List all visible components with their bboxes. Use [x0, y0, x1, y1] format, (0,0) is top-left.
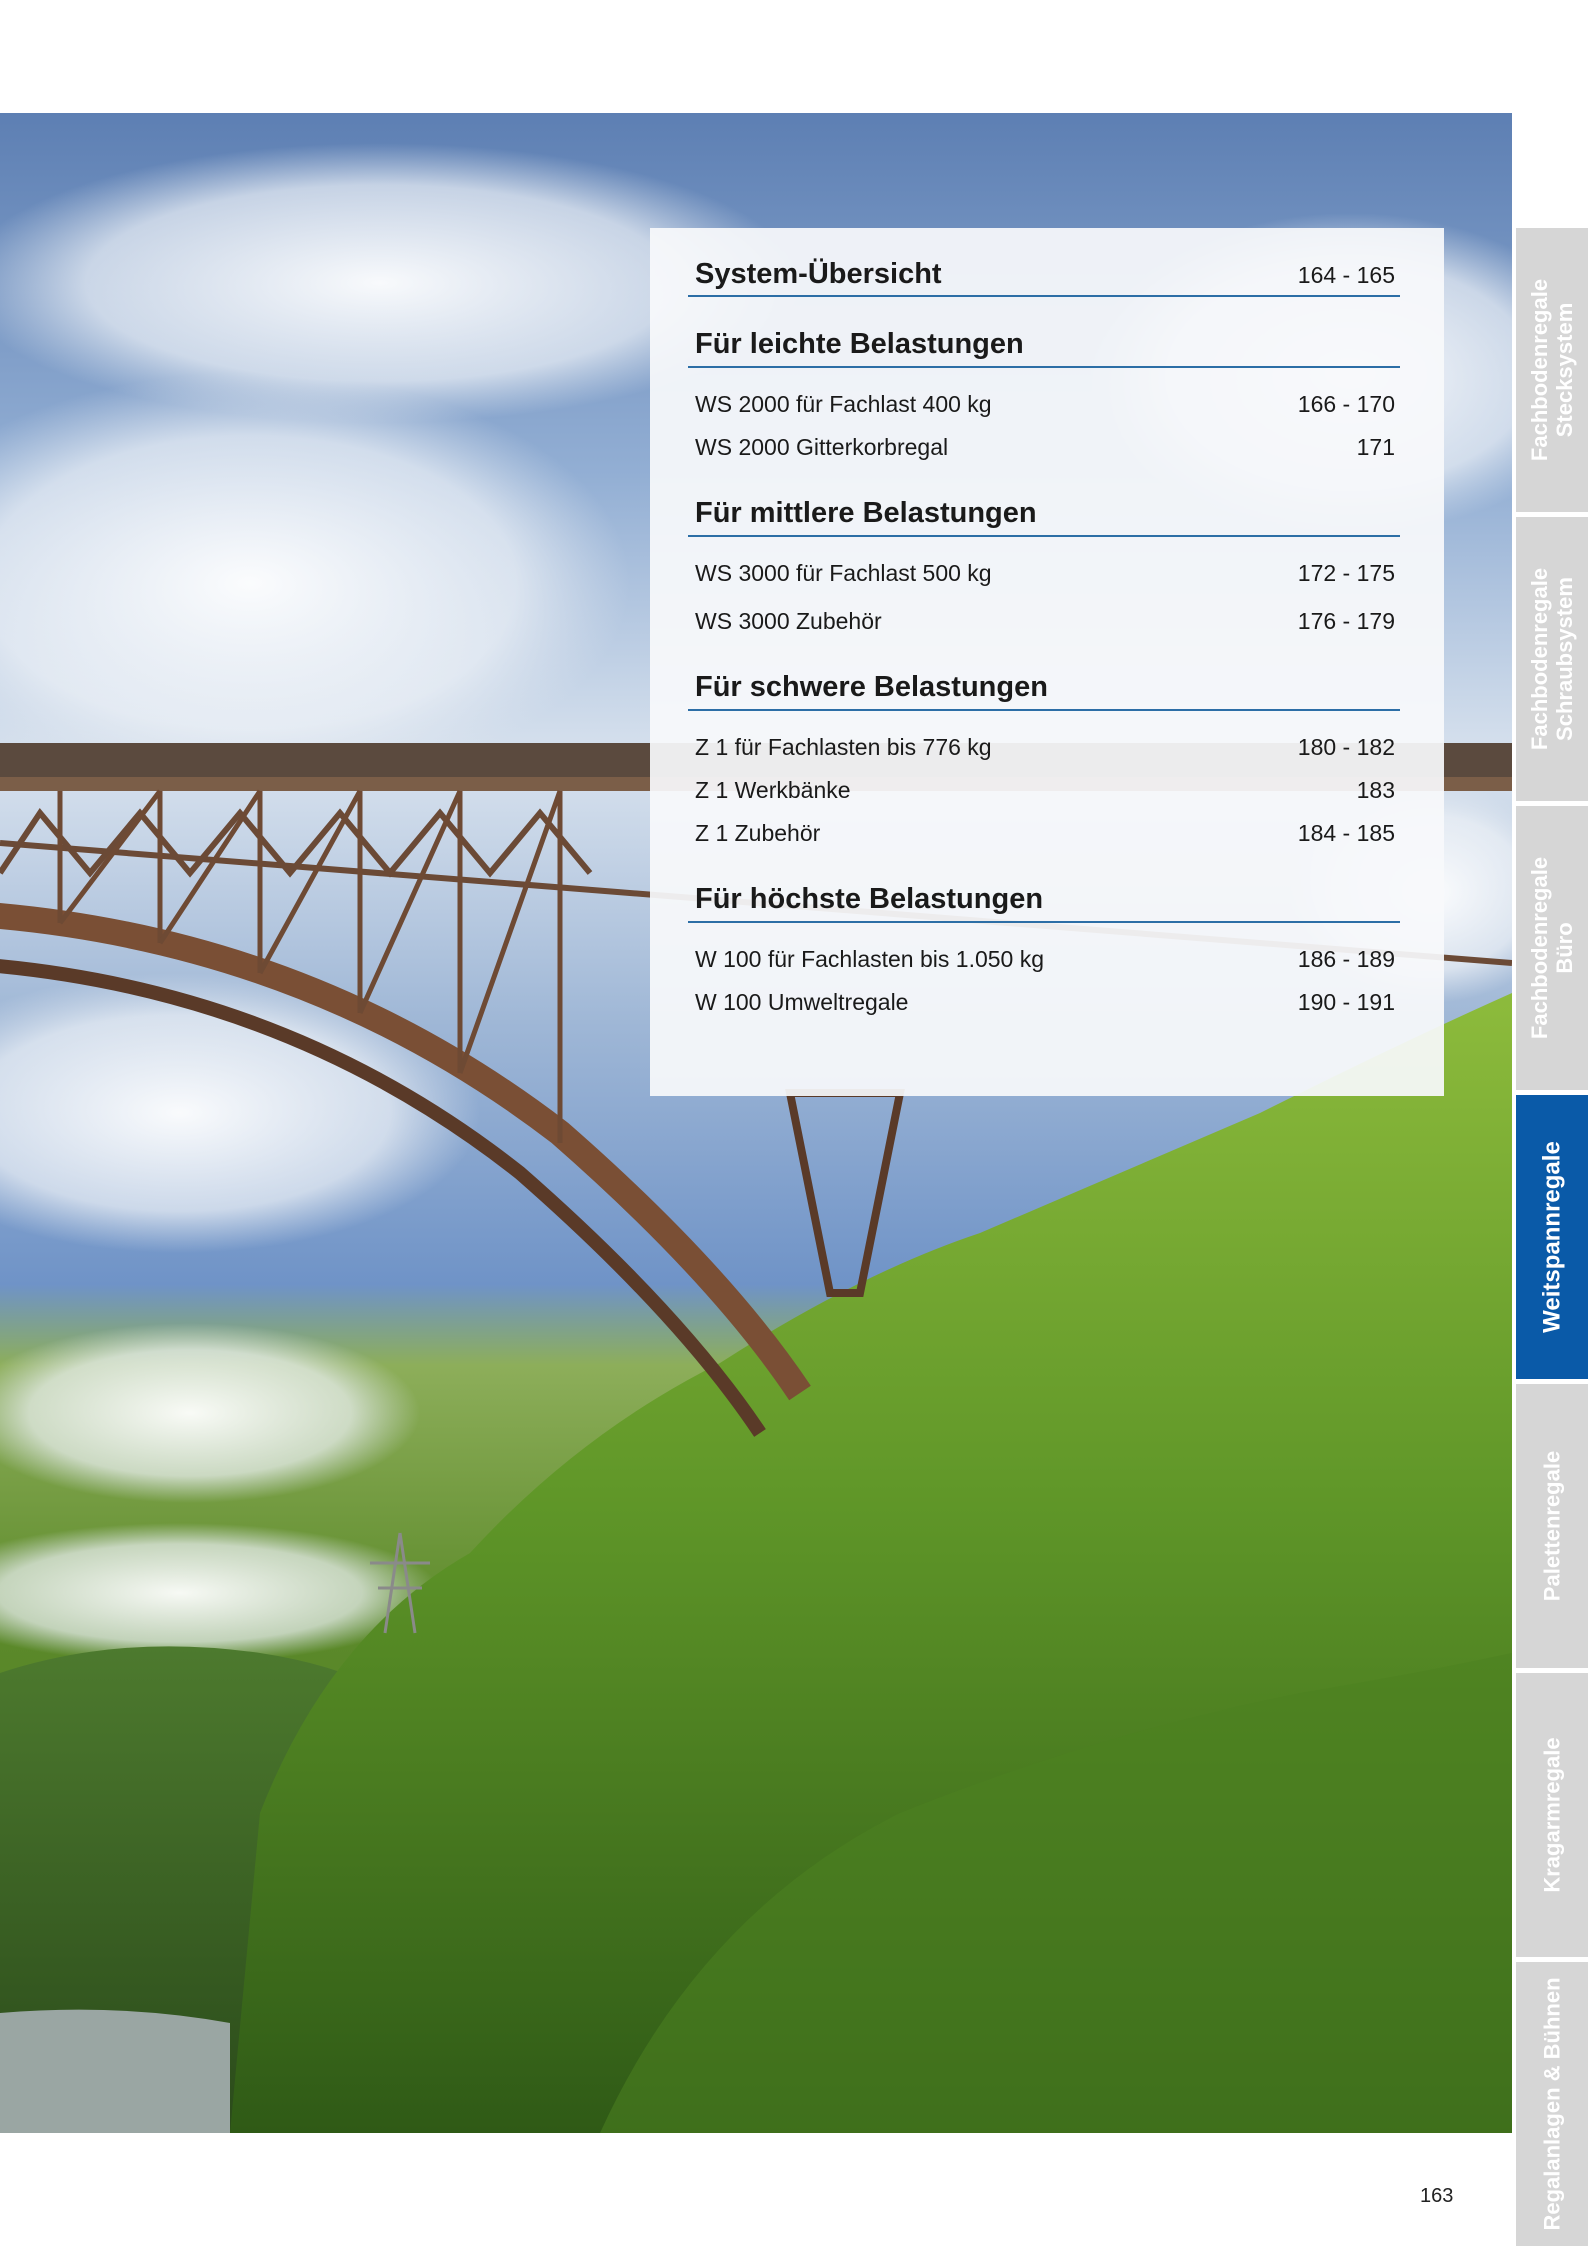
toc-section-heading-text: Für höchste Belastungen	[695, 883, 1044, 915]
toc-item[interactable]: W 100 Umweltregale 190 - 191	[695, 989, 1395, 1016]
toc-item[interactable]: Z 1 Werkbänke 183	[695, 777, 1395, 804]
toc-item-pages: 183	[1356, 777, 1395, 803]
toc-item-pages: 166 - 170	[1297, 391, 1395, 417]
toc-item-label: WS 3000 Zubehör	[695, 608, 882, 634]
section-rule	[688, 366, 1400, 368]
tab-fachbodenregale-schraubsystem[interactable]: Fachbodenregale Schraubsystem	[1516, 517, 1588, 801]
toc-item-pages: 172 - 175	[1297, 560, 1395, 586]
toc-item-label: Z 1 für Fachlasten bis 776 kg	[695, 734, 992, 760]
tab-label: Weitspannregale	[1538, 1141, 1566, 1333]
toc-item[interactable]: WS 2000 für Fachlast 400 kg 166 - 170	[695, 391, 1395, 418]
tab-label: Fachbodenregale Schraubsystem	[1527, 567, 1577, 751]
toc-item-pages: 190 - 191	[1297, 989, 1395, 1015]
toc-panel: System-Übersicht 164 - 165 Für leichte B…	[650, 228, 1444, 1096]
toc-item[interactable]: WS 3000 Zubehör 176 - 179	[695, 608, 1395, 635]
toc-item[interactable]: Z 1 Zubehör 184 - 185	[695, 820, 1395, 847]
toc-item[interactable]: WS 3000 für Fachlast 500 kg 172 - 175	[695, 560, 1395, 587]
tab-label: Fachbodenregale Büro	[1527, 856, 1577, 1040]
tab-label: Palettenregale	[1539, 1450, 1565, 1602]
toc-section-heading: Für mittlere Belastungen	[695, 497, 1395, 530]
toc-item[interactable]: W 100 für Fachlasten bis 1.050 kg 186 - …	[695, 946, 1395, 973]
toc-overview-pages: 164 - 165	[1297, 262, 1395, 288]
tab-fachbodenregale-buero[interactable]: Fachbodenregale Büro	[1516, 806, 1588, 1090]
toc-item-pages: 186 - 189	[1297, 946, 1395, 972]
section-rule	[688, 295, 1400, 297]
toc-item-label: W 100 Umweltregale	[695, 989, 909, 1015]
toc-section-heading: Für leichte Belastungen	[695, 328, 1395, 361]
tab-fachbodenregale-stecksystem[interactable]: Fachbodenregale Stecksystem	[1516, 228, 1588, 512]
toc-item-label: Z 1 Zubehör	[695, 820, 821, 846]
toc-section-heading: Für höchste Belastungen	[695, 883, 1395, 916]
section-rule	[688, 535, 1400, 537]
tab-kragarmregale[interactable]: Kragarmregale	[1516, 1673, 1588, 1957]
tab-weitspannregale[interactable]: Weitspannregale	[1516, 1095, 1588, 1379]
toc-item-label: WS 3000 für Fachlast 500 kg	[695, 560, 992, 586]
toc-overview-title: System-Übersicht	[695, 258, 942, 290]
tab-label: Kragarmregale	[1539, 1737, 1565, 1893]
toc-item[interactable]: WS 2000 Gitterkorbregal 171	[695, 434, 1395, 461]
toc-section-heading-text: Für schwere Belastungen	[695, 671, 1048, 703]
toc-overview-row[interactable]: System-Übersicht 164 - 165	[695, 258, 1395, 291]
section-rule	[688, 921, 1400, 923]
toc-section-heading-text: Für mittlere Belastungen	[695, 497, 1037, 529]
toc-section-heading-text: Für leichte Belastungen	[695, 328, 1024, 360]
tab-regalanlagen-buehnen[interactable]: Regalanlagen & Bühnen	[1516, 1962, 1588, 2246]
toc-item-pages: 171	[1356, 434, 1395, 460]
tab-label: Regalanlagen & Bühnen	[1539, 1977, 1565, 2231]
toc-item-pages: 176 - 179	[1297, 608, 1395, 634]
tab-label: Fachbodenregale Stecksystem	[1527, 278, 1577, 462]
toc-item-label: Z 1 Werkbänke	[695, 777, 851, 803]
toc-item[interactable]: Z 1 für Fachlasten bis 776 kg 180 - 182	[695, 734, 1395, 761]
toc-item-label: W 100 für Fachlasten bis 1.050 kg	[695, 946, 1045, 972]
section-rule	[688, 709, 1400, 711]
page-number: 163	[1420, 2185, 1454, 2207]
tab-palettenregale[interactable]: Palettenregale	[1516, 1384, 1588, 1668]
toc-item-label: WS 2000 für Fachlast 400 kg	[695, 391, 992, 417]
toc-item-label: WS 2000 Gitterkorbregal	[695, 434, 949, 460]
toc-item-pages: 184 - 185	[1297, 820, 1395, 846]
toc-item-pages: 180 - 182	[1297, 734, 1395, 760]
toc-section-heading: Für schwere Belastungen	[695, 671, 1395, 704]
